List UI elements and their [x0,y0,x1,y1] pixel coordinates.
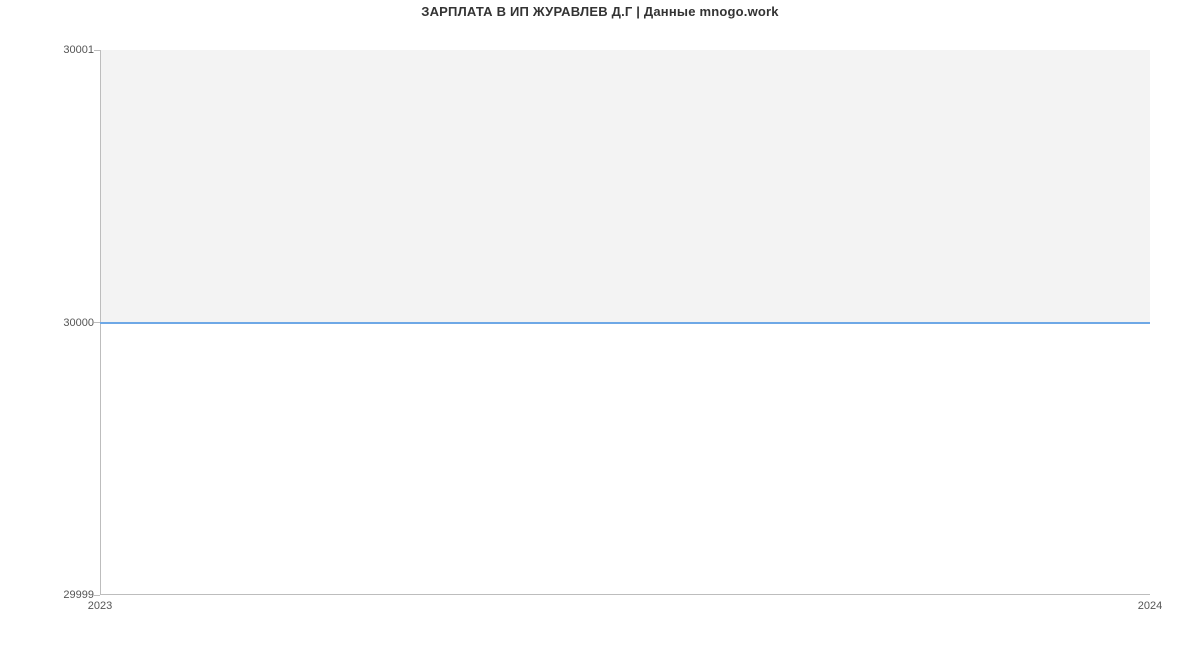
plot-upper-shade [100,50,1150,323]
x-tick-label: 2023 [88,600,112,612]
chart-container: ЗАРПЛАТА В ИП ЖУРАВЛЕВ Д.Г | Данные mnog… [0,0,1200,650]
series-line [100,322,1150,324]
y-tick-label: 29999 [34,589,94,601]
y-tick [94,595,100,596]
y-tick [94,322,100,323]
x-tick-label: 2024 [1138,600,1162,612]
y-tick [94,50,100,51]
chart-title: ЗАРПЛАТА В ИП ЖУРАВЛЕВ Д.Г | Данные mnog… [0,4,1200,19]
plot-area [100,50,1150,595]
y-tick-label: 30001 [34,44,94,56]
x-axis-line [100,594,1150,595]
y-tick-label: 30000 [34,317,94,329]
